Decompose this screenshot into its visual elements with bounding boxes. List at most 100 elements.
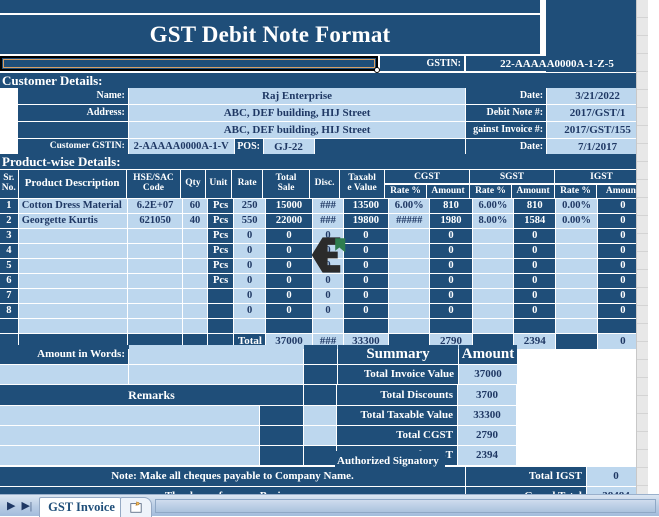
cell-taxable[interactable]: 0 — [343, 229, 389, 243]
vertical-scrollbar[interactable] — [636, 0, 648, 494]
cell-sr[interactable]: 1 — [0, 199, 18, 213]
table-row[interactable]: 6 Pcs 0 0 0 0 0 0 0 — [0, 274, 648, 288]
table-row[interactable]: 2 Georgette Kurtis 621050 40 Pcs 550 22000 ### 1… — [0, 214, 648, 228]
against-invoice-value[interactable]: 2017/GST/155 — [547, 122, 648, 138]
cell-total_sale[interactable]: 0 — [265, 259, 313, 273]
cell-desc[interactable] — [18, 304, 128, 318]
amount-in-words-line2a[interactable] — [0, 365, 128, 384]
cell-unit[interactable] — [207, 304, 234, 318]
cell-qty[interactable] — [183, 244, 207, 258]
horizontal-scrollbar[interactable] — [154, 498, 656, 513]
cell-igst_rate[interactable] — [556, 319, 597, 333]
cell-cgst_rate[interactable] — [389, 319, 430, 333]
cell-cgst_rate[interactable] — [389, 229, 430, 243]
cell-unit[interactable]: Pcs — [207, 199, 234, 213]
cell-hsn[interactable] — [128, 319, 183, 333]
cell-qty[interactable] — [183, 274, 207, 288]
cell-sr[interactable]: 4 — [0, 244, 18, 258]
cell-taxable[interactable]: 0 — [343, 289, 389, 303]
cell-total_sale[interactable]: 0 — [265, 229, 313, 243]
cell-taxable[interactable]: 0 — [343, 304, 389, 318]
cell-sgst_amt[interactable]: 0 — [514, 304, 556, 318]
next-sheet-icon[interactable]: ▶ — [7, 499, 15, 512]
cell-total_sale[interactable]: 0 — [265, 244, 313, 258]
cell-desc[interactable] — [18, 244, 128, 258]
table-row[interactable]: 3 Pcs 0 0 0 0 0 0 0 — [0, 229, 648, 243]
cell-sgst_amt[interactable]: 0 — [514, 229, 556, 243]
cell-cgst_amt[interactable]: 0 — [430, 244, 472, 258]
cell-cgst_amt[interactable]: 0 — [430, 289, 472, 303]
sheet-nav-buttons[interactable]: ▶ ▶| — [0, 499, 39, 512]
cell-igst_rate[interactable] — [556, 289, 597, 303]
cell-sgst_rate[interactable] — [472, 319, 514, 333]
table-row[interactable]: 5 Pcs 0 0 0 0 0 0 0 — [0, 259, 648, 273]
cell-sgst_amt[interactable]: 1584 — [514, 214, 556, 228]
table-row[interactable] — [0, 319, 648, 333]
customer-address-line2[interactable]: ABC, DEF building, HIJ Street — [128, 122, 466, 138]
cell-sgst_amt[interactable]: 0 — [514, 259, 556, 273]
remarks-line-3[interactable] — [0, 446, 259, 465]
cell-unit[interactable] — [207, 319, 234, 333]
cell-cgst_rate[interactable]: 6.00% — [389, 199, 430, 213]
new-sheet-icon[interactable] — [119, 497, 152, 517]
cell-taxable[interactable]: 0 — [343, 244, 389, 258]
cell-cgst_rate[interactable] — [389, 244, 430, 258]
cell-qty[interactable] — [183, 229, 207, 243]
cell-cgst_amt[interactable] — [430, 319, 472, 333]
cell-rate[interactable]: 0 — [234, 229, 265, 243]
cell-desc[interactable] — [18, 289, 128, 303]
active-cell-selection[interactable] — [0, 56, 378, 71]
cell-igst_rate[interactable] — [556, 274, 597, 288]
cell-rate[interactable]: 0 — [234, 244, 265, 258]
cell-hsn[interactable] — [128, 304, 183, 318]
cell-cgst_amt[interactable]: 0 — [430, 259, 472, 273]
cell-sr[interactable]: 8 — [0, 304, 18, 318]
cell-qty[interactable] — [183, 289, 207, 303]
table-row[interactable]: 80000000 — [0, 304, 648, 318]
cell-total_sale[interactable]: 0 — [265, 274, 313, 288]
cell-rate[interactable]: 0 — [234, 304, 265, 318]
cell-rate[interactable]: 0 — [234, 289, 265, 303]
cell-taxable[interactable]: 0 — [343, 274, 389, 288]
cell-qty[interactable] — [183, 319, 207, 333]
cell-total_sale[interactable]: 0 — [265, 304, 313, 318]
cell-sgst_amt[interactable]: 0 — [514, 289, 556, 303]
cell-sr[interactable]: 2 — [0, 214, 18, 228]
cell-unit[interactable]: Pcs — [207, 259, 234, 273]
cell-rate[interactable]: 550 — [234, 214, 265, 228]
cell-qty[interactable] — [183, 304, 207, 318]
cell-cgst_amt[interactable]: 0 — [430, 229, 472, 243]
cell-sgst_rate[interactable] — [472, 229, 514, 243]
remarks-line-2[interactable] — [0, 426, 259, 445]
cell-unit[interactable]: Pcs — [207, 229, 234, 243]
cell-desc[interactable]: Cotton Dress Material — [18, 199, 128, 213]
cell-hsn[interactable]: 6.2E+07 — [128, 199, 183, 213]
cell-total_sale[interactable]: 0 — [265, 289, 313, 303]
cell-sgst_amt[interactable]: 0 — [514, 244, 556, 258]
cell-cgst_rate[interactable] — [389, 289, 430, 303]
cell-qty[interactable]: 40 — [183, 214, 207, 228]
cell-sgst_rate[interactable]: 8.00% — [472, 214, 514, 228]
cell-sr[interactable] — [0, 319, 18, 333]
cell-unit[interactable]: Pcs — [207, 214, 234, 228]
cell-cgst_rate[interactable] — [389, 259, 430, 273]
cell-hsn[interactable] — [128, 259, 183, 273]
cell-cgst_amt[interactable]: 0 — [430, 274, 472, 288]
spreadsheet-canvas[interactable]: GST Debit Note Format GSTIN: 22-AAAAA000… — [0, 0, 648, 494]
cell-cgst_rate[interactable] — [389, 274, 430, 288]
customer-address-line1[interactable]: ABC, DEF building, HIJ Street — [128, 105, 466, 121]
cell-unit[interactable] — [207, 289, 234, 303]
cell-cgst_amt[interactable]: 0 — [430, 304, 472, 318]
cell-sr[interactable]: 5 — [0, 259, 18, 273]
cell-igst_rate[interactable] — [556, 244, 597, 258]
cell-rate[interactable]: 0 — [234, 274, 265, 288]
cell-qty[interactable]: 60 — [183, 199, 207, 213]
cell-igst_rate[interactable] — [556, 304, 597, 318]
customer-name-value[interactable]: Raj Enterprise — [128, 88, 466, 104]
cell-taxable[interactable]: 0 — [343, 259, 389, 273]
cell-sgst_amt[interactable] — [514, 319, 556, 333]
cell-desc[interactable] — [18, 259, 128, 273]
cell-igst_rate[interactable]: 0.00% — [556, 214, 597, 228]
cell-hsn[interactable] — [128, 289, 183, 303]
cell-cgst_rate[interactable]: ##### — [389, 214, 430, 228]
